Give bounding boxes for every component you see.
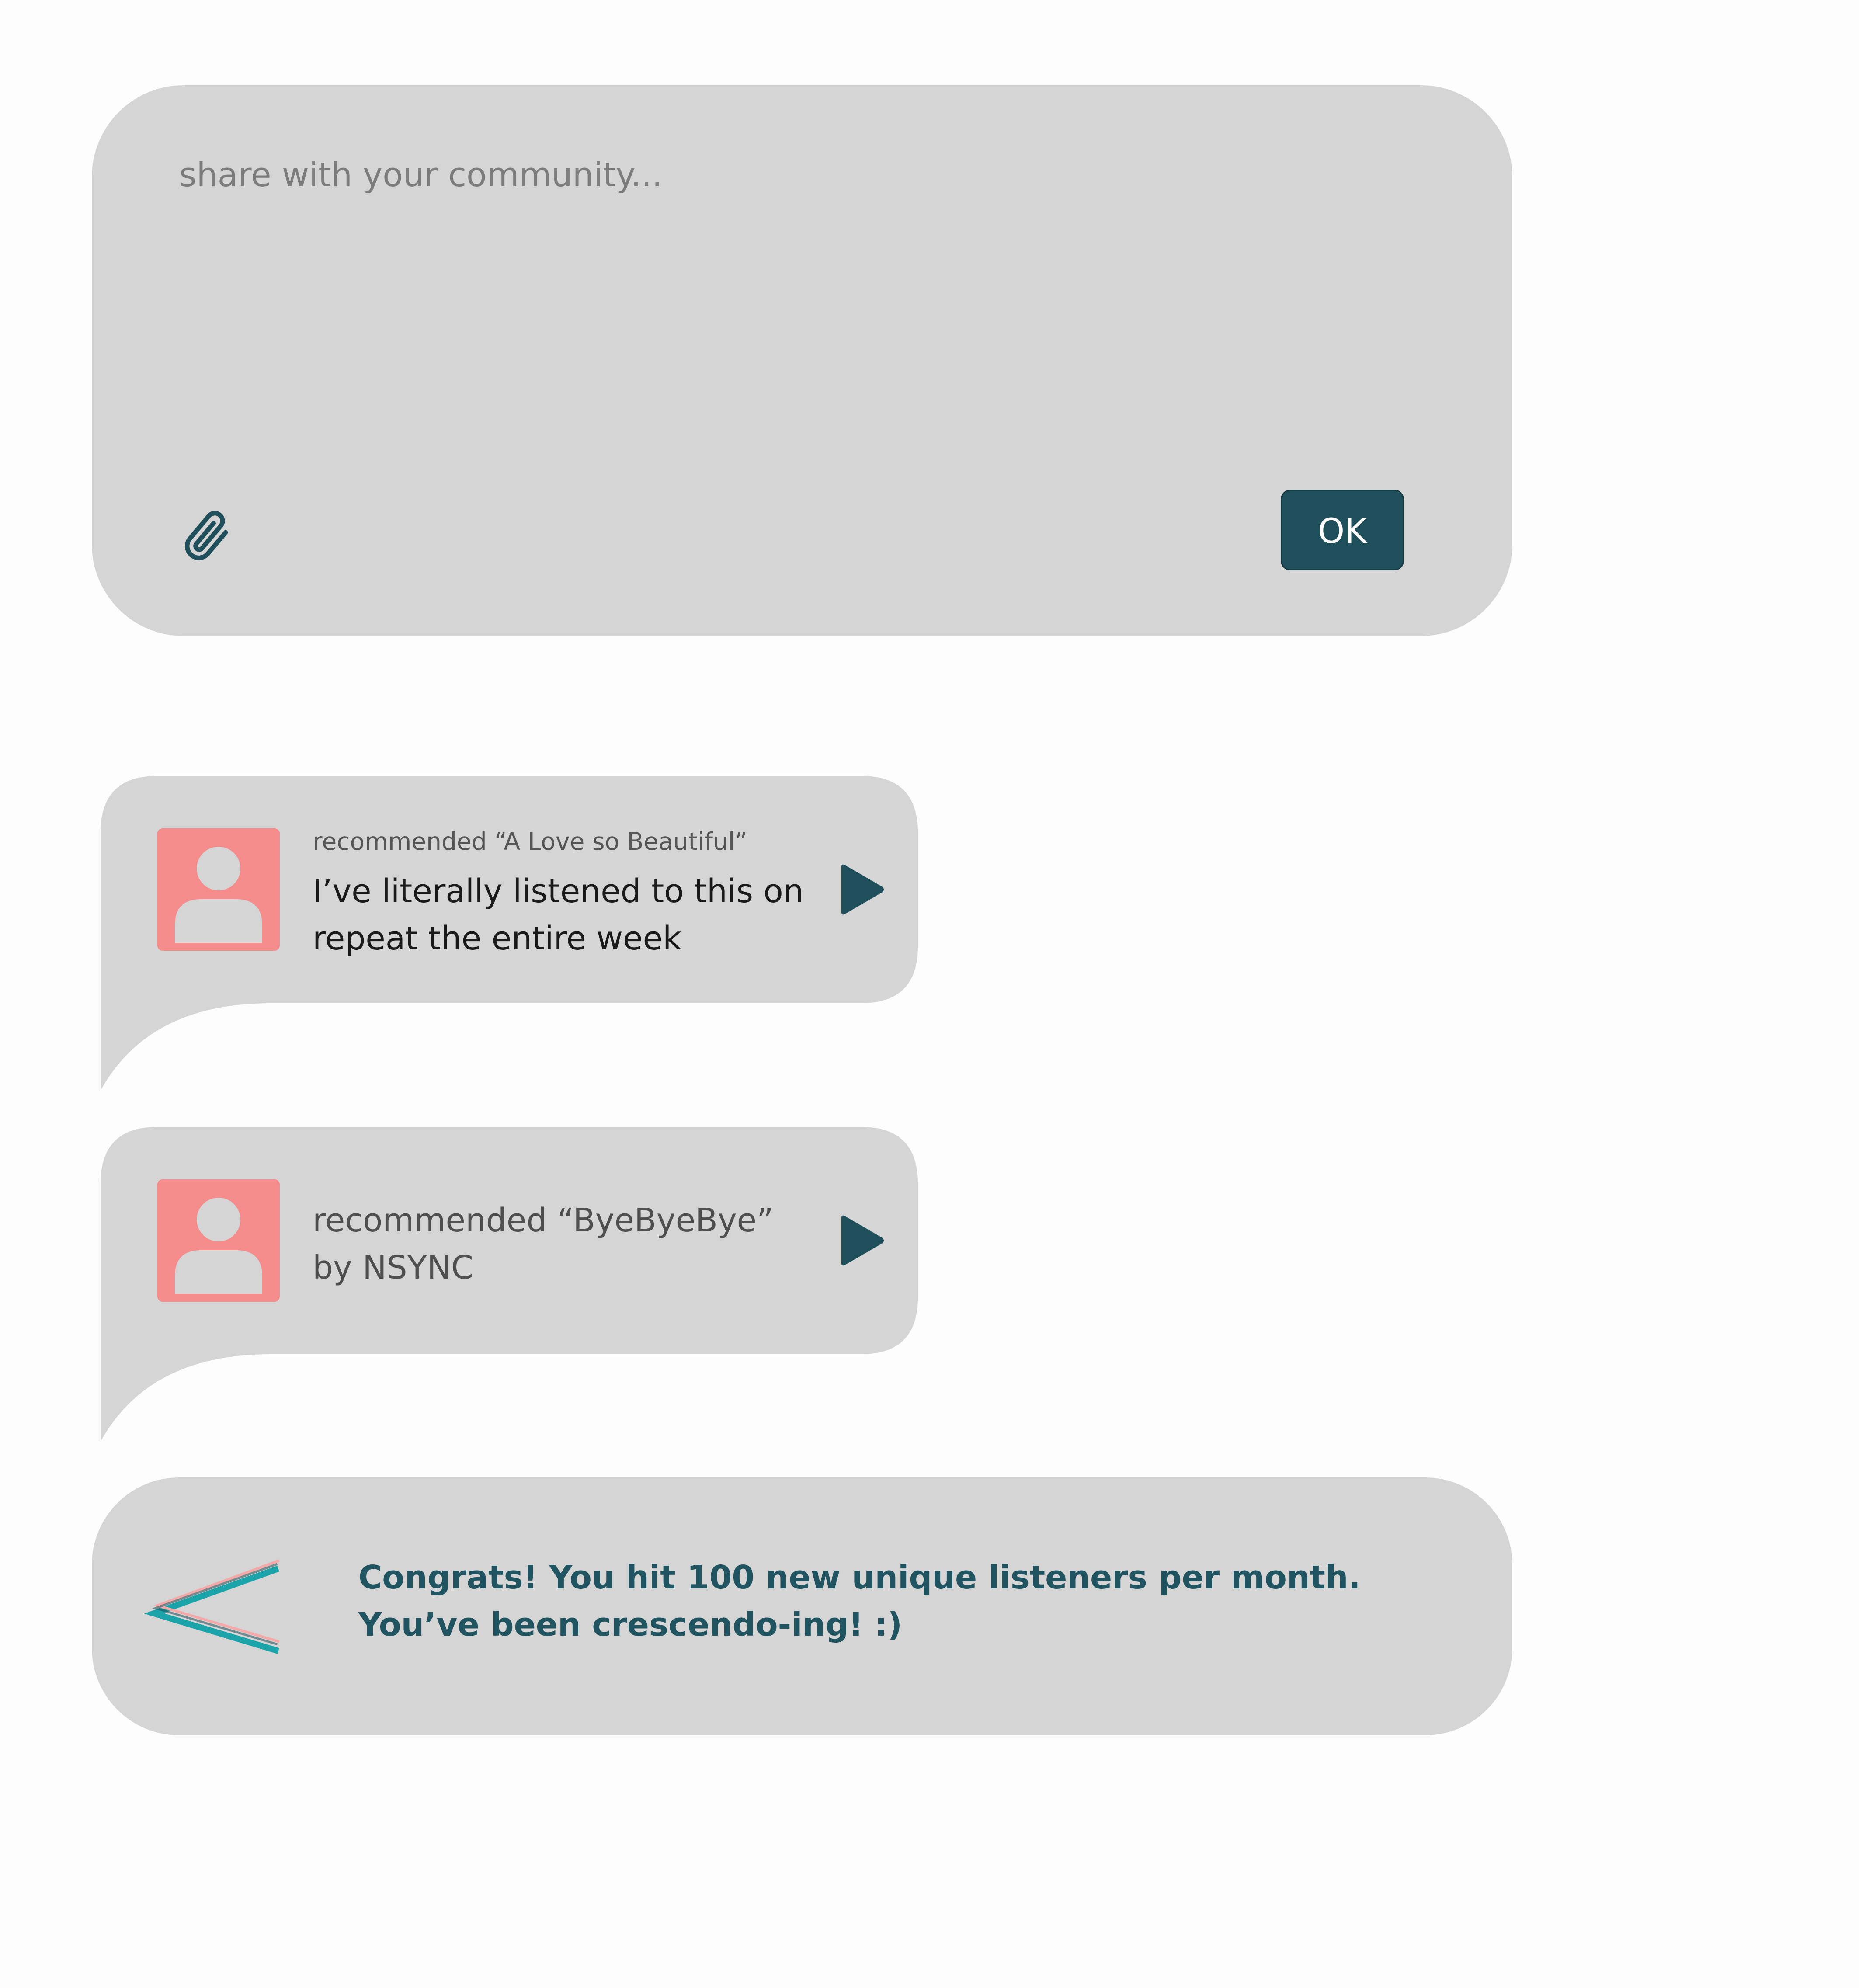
feed-card: recommended “ByeByeBye” by NSYNC — [101, 1127, 918, 1442]
message-line: repeat the entire week — [313, 920, 681, 957]
notification-line: Congrats! You hit 100 new unique listene… — [358, 1559, 1361, 1596]
message-line: recommended “ByeByeBye” — [313, 1202, 774, 1239]
post-message: recommended “ByeByeBye” by NSYNC — [313, 1197, 828, 1291]
post-input[interactable] — [179, 155, 1425, 461]
play-icon[interactable] — [837, 863, 885, 916]
milestone-notification: Congrats! You hit 100 new unique listene… — [92, 1477, 1512, 1735]
notification-message: Congrats! You hit 100 new unique listene… — [358, 1554, 1451, 1648]
ok-button[interactable]: OK — [1281, 490, 1404, 570]
recommendation-label: recommended “A Love so Beautiful” — [313, 827, 747, 855]
post-message: I’ve literally listened to this on repea… — [313, 868, 828, 962]
paperclip-icon[interactable] — [175, 505, 236, 566]
notification-line: You’ve been crescendo-ing! :) — [358, 1606, 903, 1644]
post-composer: OK — [92, 85, 1512, 636]
feed-card: recommended “A Love so Beautiful” I’ve l… — [101, 776, 918, 1091]
message-line: by NSYNC — [313, 1249, 474, 1286]
play-icon[interactable] — [837, 1214, 885, 1267]
crescendo-icon — [144, 1559, 280, 1654]
user-avatar-icon[interactable] — [157, 1179, 280, 1302]
message-line: I’ve literally listened to this on — [313, 872, 804, 910]
user-avatar-icon[interactable] — [157, 828, 280, 951]
